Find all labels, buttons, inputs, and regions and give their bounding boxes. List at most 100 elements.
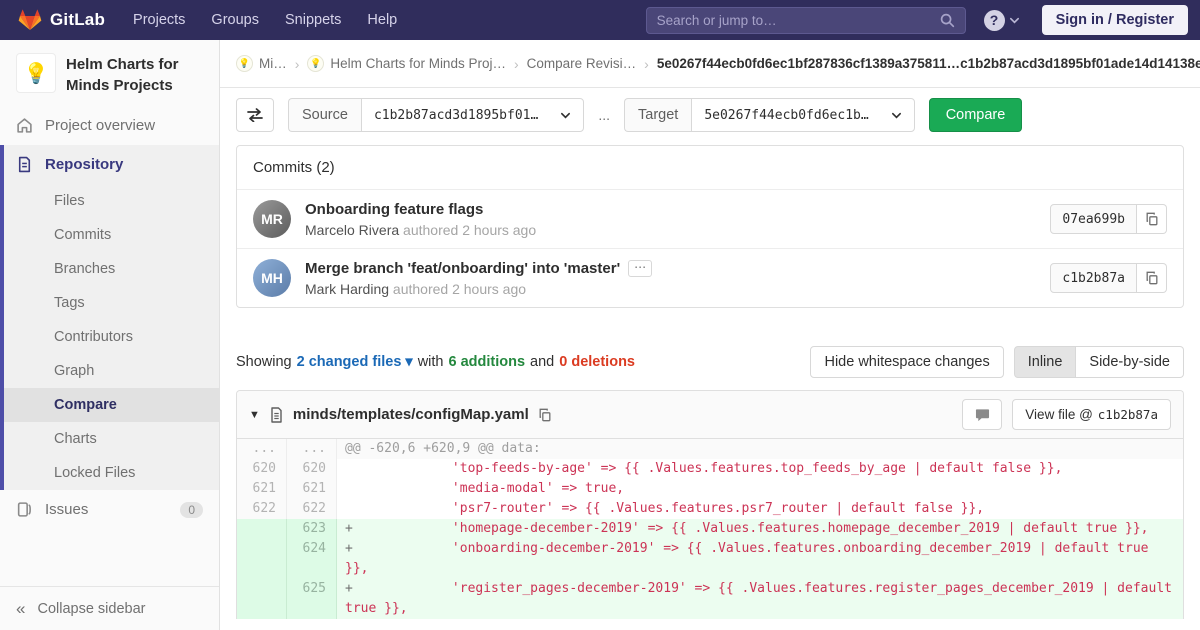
commits-panel-title: Commits (2) [237, 146, 1183, 189]
nav-snippets[interactable]: Snippets [285, 12, 341, 28]
expand-commit-description-button[interactable]: ⋯ [628, 260, 652, 277]
old-line-number[interactable]: 620 [237, 459, 287, 479]
old-line-number[interactable] [237, 579, 287, 619]
nav-help[interactable]: Help [367, 12, 397, 28]
copy-sha-button[interactable] [1137, 263, 1167, 293]
sidebar-item-compare[interactable]: Compare [4, 388, 219, 422]
new-line-number[interactable]: ... [287, 439, 337, 459]
sidebar-item-charts[interactable]: Charts [4, 422, 219, 456]
old-line-number[interactable]: 622 [237, 499, 287, 519]
inline-view-button[interactable]: Inline [1014, 346, 1077, 378]
help-icon: ? [984, 10, 1005, 31]
collapse-sidebar-button[interactable]: « Collapse sidebar [0, 586, 219, 630]
code-line: 'top-feeds-by-age' => {{ .Values.feature… [337, 459, 1183, 479]
main-content: 💡 Mi… › 💡 Helm Charts for Minds Proj… › … [220, 40, 1200, 630]
help-menu[interactable]: ? [984, 10, 1020, 31]
chevron-down-icon [891, 110, 902, 121]
new-line-number[interactable]: 621 [287, 479, 337, 499]
diff-table: ... ... @@ -620,6 +620,9 @@ data: 620 62… [237, 439, 1183, 619]
search-input[interactable] [657, 13, 940, 28]
old-line-number[interactable]: ... [237, 439, 287, 459]
gitlab-logo[interactable]: GitLab [18, 8, 105, 32]
sidebar-item-project-overview[interactable]: Project overview [0, 106, 219, 145]
new-line-number[interactable]: 622 [287, 499, 337, 519]
copy-sha-button[interactable] [1137, 204, 1167, 234]
file-path[interactable]: minds/templates/configMap.yaml [293, 406, 529, 423]
copy-icon [1145, 212, 1159, 226]
sidebar-item-tags[interactable]: Tags [4, 286, 219, 320]
sidebar-section-repository: Repository Files Commits Branches Tags C… [0, 145, 219, 490]
side-by-side-view-button[interactable]: Side-by-side [1076, 346, 1184, 378]
comment-bubble-icon [975, 408, 990, 422]
diff-added-row: 624 + 'onboarding-december-2019' => {{ .… [237, 539, 1183, 579]
view-file-label: View file @ [1025, 407, 1092, 422]
sidebar-item-repository[interactable]: Repository [4, 145, 219, 184]
new-line-number[interactable]: 624 [287, 539, 337, 579]
source-revision-dropdown[interactable]: c1b2b87acd3d1895bf01… [361, 98, 584, 132]
author-avatar[interactable]: MH [253, 259, 291, 297]
chevron-down-icon [1009, 15, 1020, 26]
document-icon [16, 156, 33, 173]
project-sidebar: 💡 Helm Charts for Minds Projects Project… [0, 40, 220, 630]
author-avatar[interactable]: MR [253, 200, 291, 238]
view-file-button[interactable]: View file @ c1b2b87a [1012, 399, 1171, 430]
new-line-number[interactable]: 625 [287, 579, 337, 619]
hide-whitespace-button[interactable]: Hide whitespace changes [810, 346, 1003, 378]
project-header[interactable]: 💡 Helm Charts for Minds Projects [0, 40, 219, 106]
breadcrumb-compare-revisions[interactable]: Compare Revisi… [527, 56, 637, 71]
swap-arrows-icon [247, 108, 263, 122]
breadcrumb-group[interactable]: 💡 Mi… [236, 55, 287, 72]
new-line-number[interactable]: 620 [287, 459, 337, 479]
sidebar-item-locked-files[interactable]: Locked Files [4, 456, 219, 490]
sidebar-item-commits[interactable]: Commits [4, 218, 219, 252]
collapse-sidebar-label: Collapse sidebar [37, 601, 145, 617]
issues-icon [16, 501, 33, 518]
deletions-count: 0 deletions [559, 354, 635, 370]
target-revision-dropdown[interactable]: 5e0267f44ecb0fd6ec1b… [691, 98, 914, 132]
toggle-comments-button[interactable] [962, 399, 1002, 430]
view-file-sha: c1b2b87a [1098, 407, 1158, 422]
commit-row: MH Merge branch 'feat/onboarding' into '… [237, 248, 1183, 307]
copy-path-icon[interactable] [538, 408, 552, 422]
swap-revisions-button[interactable] [236, 98, 274, 132]
compare-button[interactable]: Compare [929, 98, 1023, 132]
diff-added-row: 623 + 'homepage-december-2019' => {{ .Va… [237, 519, 1183, 539]
breadcrumb-separator: › [295, 56, 300, 72]
sidebar-item-contributors[interactable]: Contributors [4, 320, 219, 354]
diff-context-row: 620 620 'top-feeds-by-age' => {{ .Values… [237, 459, 1183, 479]
commit-sha[interactable]: 07ea699b [1050, 204, 1137, 234]
diff-context-row: 621 621 'media-modal' => true, [237, 479, 1183, 499]
sidebar-item-graph[interactable]: Graph [4, 354, 219, 388]
commit-title[interactable]: Merge branch 'feat/onboarding' into 'mas… [305, 260, 620, 277]
old-line-number[interactable] [237, 539, 287, 579]
commit-sha[interactable]: c1b2b87a [1050, 263, 1137, 293]
commit-sha-group: 07ea699b [1050, 204, 1167, 234]
old-line-number[interactable]: 621 [237, 479, 287, 499]
nav-groups[interactable]: Groups [211, 12, 259, 28]
group-avatar: 💡 [236, 55, 253, 72]
sidebar-item-files[interactable]: Files [4, 184, 219, 218]
sidebar-item-issues[interactable]: Issues 0 [0, 490, 219, 529]
collapse-file-caret-icon[interactable]: ▼ [249, 409, 260, 421]
commit-author[interactable]: Mark Harding [305, 281, 389, 297]
new-line-number[interactable]: 623 [287, 519, 337, 539]
sidebar-item-label: Project overview [45, 117, 155, 134]
sidebar-item-branches[interactable]: Branches [4, 252, 219, 286]
commit-author[interactable]: Marcelo Rivera [305, 222, 399, 238]
range-separator: ... [598, 107, 610, 123]
commits-panel: Commits (2) MR Onboarding feature flags … [236, 145, 1184, 308]
commit-title[interactable]: Onboarding feature flags [305, 201, 483, 218]
breadcrumb-project[interactable]: 💡 Helm Charts for Minds Proj… [307, 55, 506, 72]
with-label: with [418, 354, 444, 370]
gitlab-logo-text: GitLab [50, 10, 105, 30]
code-line: 'media-modal' => true, [337, 479, 1183, 499]
nav-projects[interactable]: Projects [133, 12, 185, 28]
old-line-number[interactable] [237, 519, 287, 539]
copy-icon [1145, 271, 1159, 285]
code-line: 'psr7-router' => {{ .Values.features.psr… [337, 499, 1183, 519]
signin-register-button[interactable]: Sign in / Register [1042, 5, 1188, 35]
target-label: Target [624, 98, 691, 132]
diff-stats: Showing 2 changed files ▾ with 6 additio… [236, 354, 635, 370]
changed-files-dropdown[interactable]: 2 changed files ▾ [297, 354, 413, 370]
global-search[interactable] [646, 7, 966, 34]
